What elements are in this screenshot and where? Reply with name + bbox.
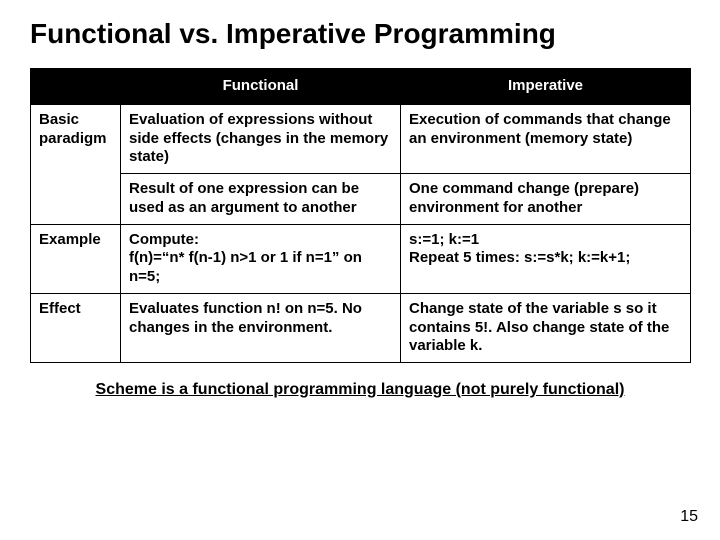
row-label-effect: Effect (31, 293, 121, 362)
page-number: 15 (680, 508, 698, 526)
comparison-table: Functional Imperative Basic paradigm Eva… (30, 68, 691, 363)
row-basic-paradigm-2: Result of one expression can be used as … (31, 174, 691, 225)
cell-basic2-functional: Result of one expression can be used as … (121, 174, 401, 225)
row-label-example: Example (31, 224, 121, 293)
header-blank (31, 69, 121, 105)
row-example: Example Compute: f(n)=“n* f(n-1) n>1 or … (31, 224, 691, 293)
header-imperative: Imperative (401, 69, 691, 105)
cell-basic-imperative: Execution of commands that change an env… (401, 104, 691, 173)
cell-basic-functional: Evaluation of expressions without side e… (121, 104, 401, 173)
cell-effect-functional: Evaluates function n! on n=5. No changes… (121, 293, 401, 362)
cell-basic2-imperative: One command change (prepare) environment… (401, 174, 691, 225)
cell-example-functional: Compute: f(n)=“n* f(n-1) n>1 or 1 if n=1… (121, 224, 401, 293)
header-functional: Functional (121, 69, 401, 105)
footnote: Scheme is a functional programming langu… (30, 381, 690, 399)
cell-example-imperative: s:=1; k:=1 Repeat 5 times: s:=s*k; k:=k+… (401, 224, 691, 293)
table-header-row: Functional Imperative (31, 69, 691, 105)
cell-effect-imperative: Change state of the variable s so it con… (401, 293, 691, 362)
slide: Functional vs. Imperative Programming Fu… (0, 0, 720, 540)
row-effect: Effect Evaluates function n! on n=5. No … (31, 293, 691, 362)
row-basic-paradigm: Basic paradigm Evaluation of expressions… (31, 104, 691, 173)
row-label-basic: Basic paradigm (31, 104, 121, 224)
slide-title: Functional vs. Imperative Programming (30, 18, 690, 50)
